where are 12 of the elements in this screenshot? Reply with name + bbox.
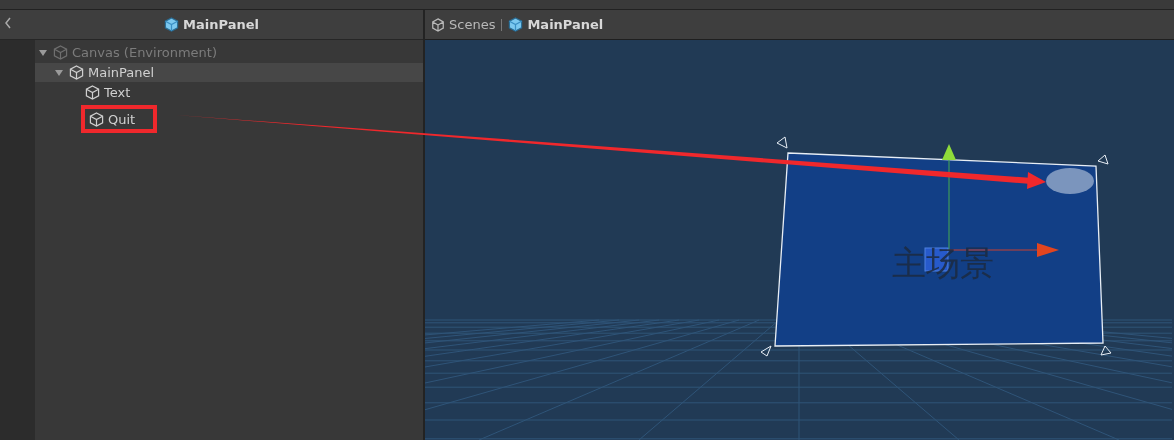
- hierarchy-title: MainPanel: [164, 17, 259, 32]
- canvas-text: 主场景: [892, 242, 994, 285]
- cube-icon: [69, 65, 84, 80]
- cube-icon: [508, 17, 524, 32]
- chevron-left-icon: [4, 17, 12, 29]
- cube-icon: [85, 85, 100, 100]
- breadcrumb-link[interactable]: Scenes: [431, 17, 496, 32]
- cube-icon: [164, 17, 180, 32]
- cube-icon: [89, 111, 104, 127]
- cube-icon: [53, 45, 68, 60]
- button-ellipse: [1046, 168, 1094, 194]
- breadcrumb-link[interactable]: MainPanel: [508, 17, 604, 32]
